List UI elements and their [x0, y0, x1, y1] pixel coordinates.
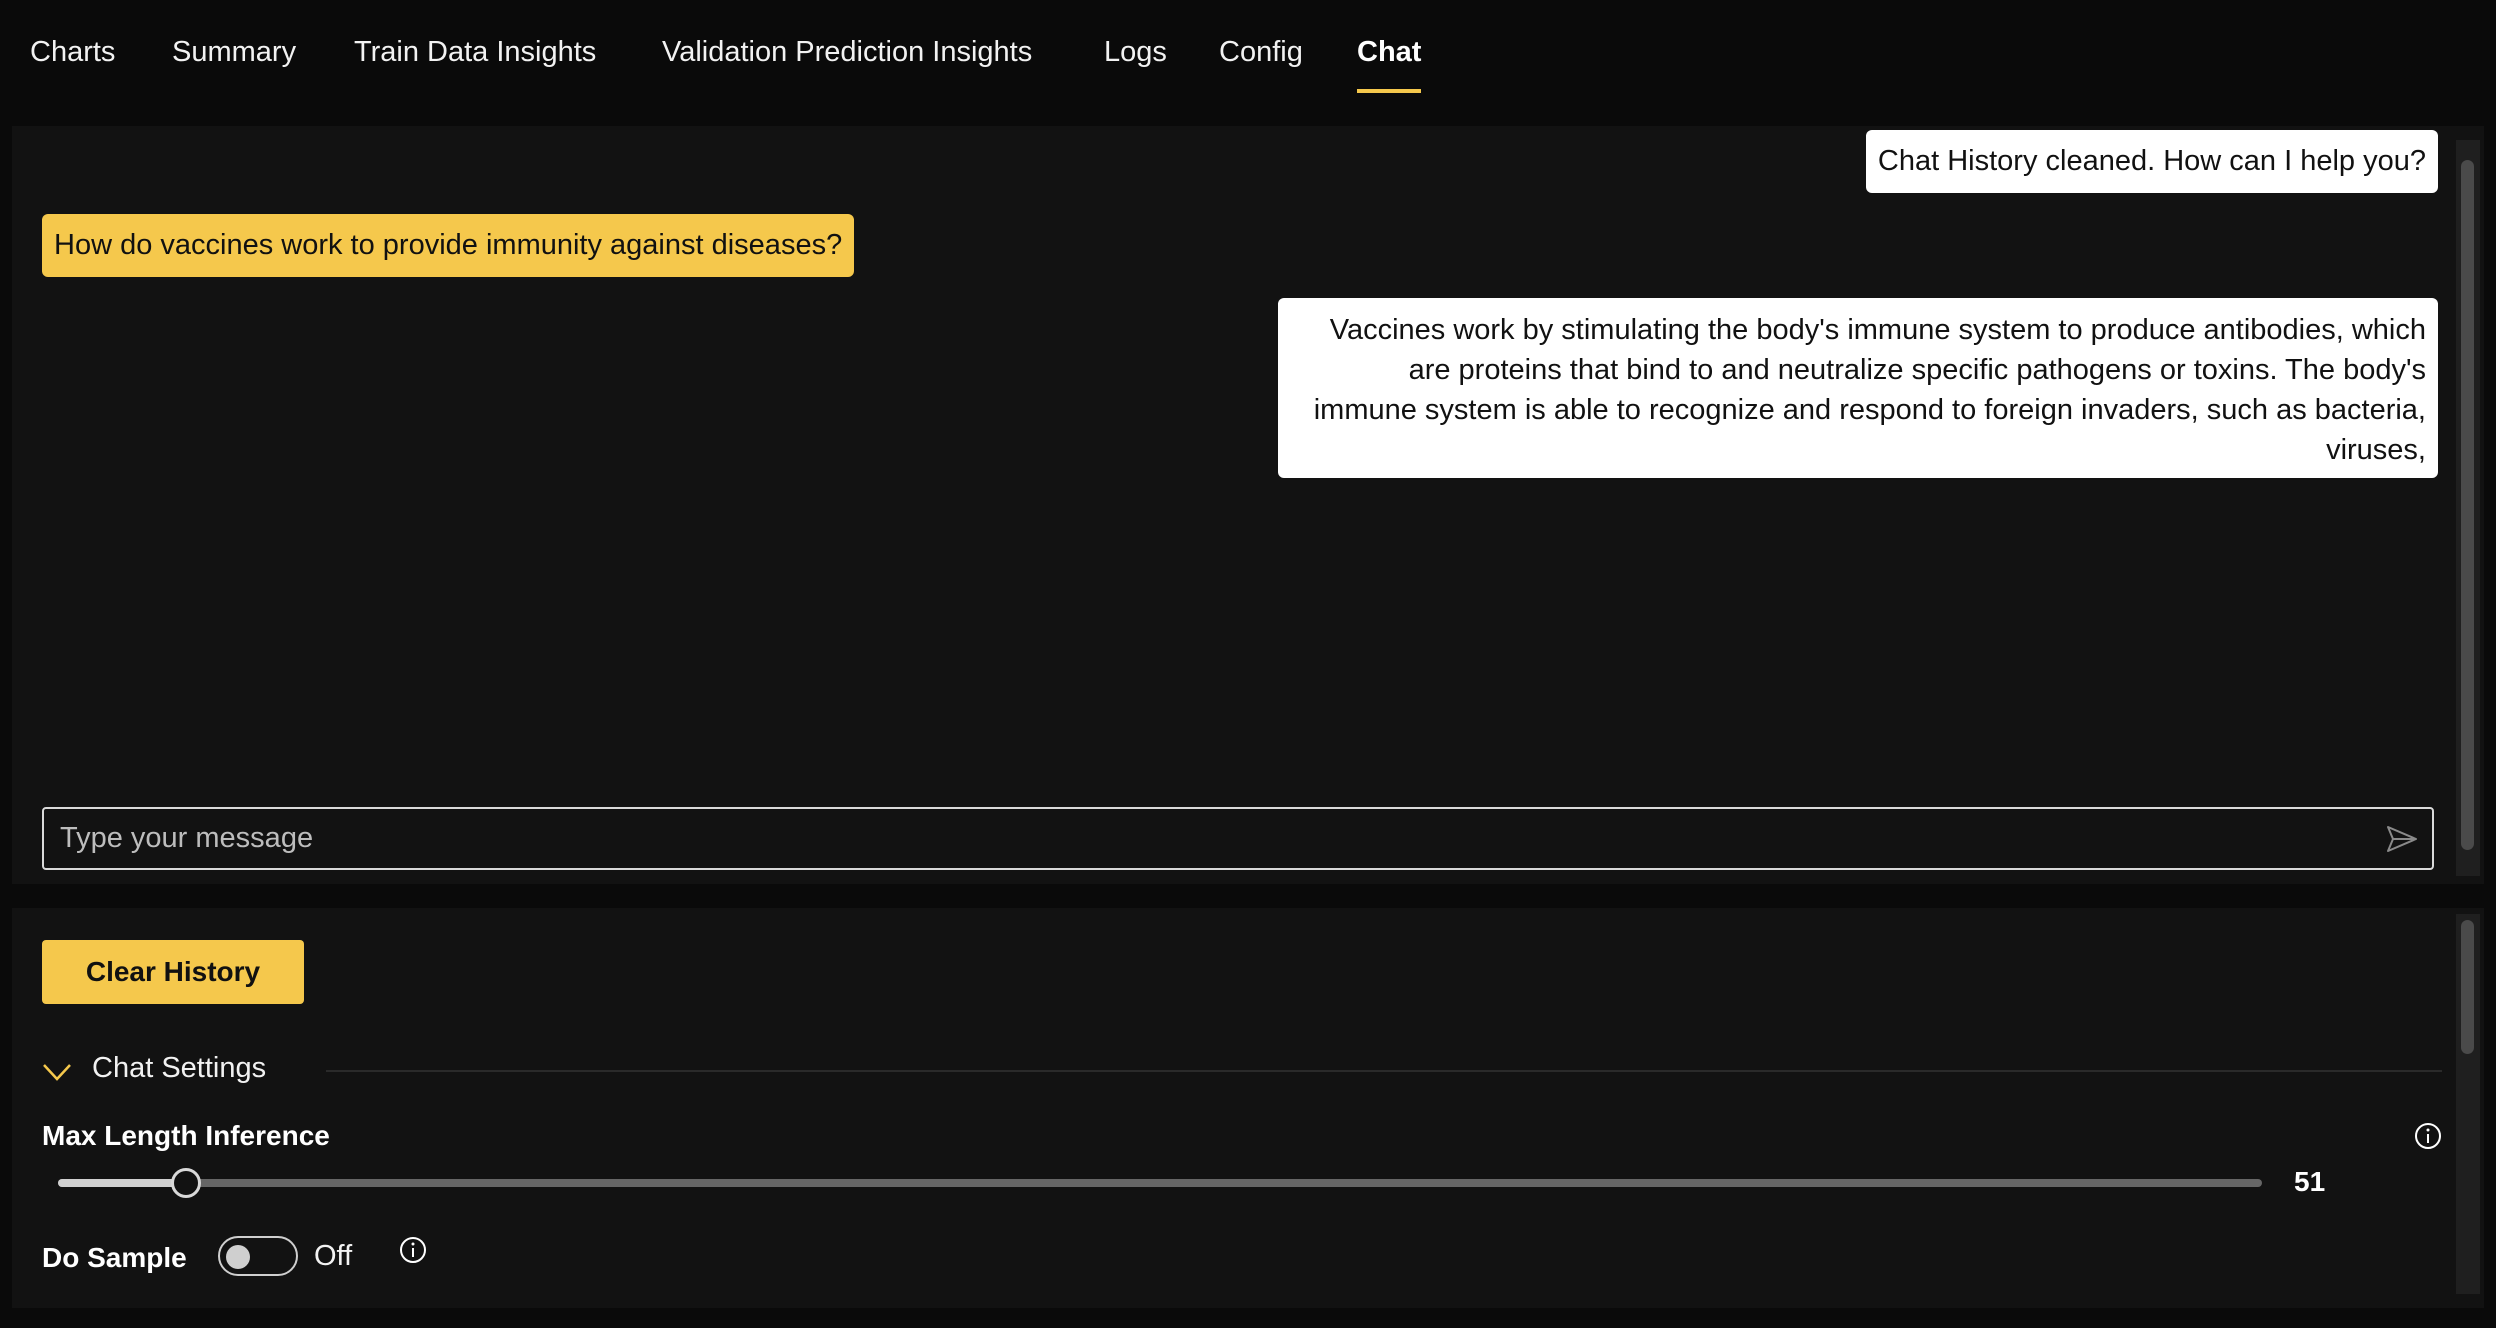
bot-message: Vaccines work by stimulating the body's …	[1278, 298, 2438, 478]
chat-scrollbar-thumb[interactable]	[2461, 160, 2474, 850]
bot-message: Chat History cleaned. How can I help you…	[1865, 130, 2438, 193]
clear-history-button[interactable]: Clear History	[42, 940, 304, 1004]
settings-scrollbar[interactable]	[2456, 914, 2480, 1294]
tab-chat[interactable]: Chat	[1357, 32, 1422, 93]
divider	[326, 1070, 2442, 1072]
slider-fill	[58, 1179, 186, 1187]
settings-scrollbar-thumb[interactable]	[2461, 920, 2474, 1054]
message-line: immune system is able to recognize and r…	[1313, 394, 2426, 426]
tab-logs[interactable]: Logs	[1104, 32, 1167, 72]
do-sample-state: Off	[314, 1240, 353, 1272]
tab-bar: Charts Summary Train Data Insights Valid…	[0, 0, 2496, 125]
message-line: Vaccines work by stimulating the body's …	[1329, 314, 2426, 346]
settings-panel: Clear History Chat Settings Max Length I…	[12, 908, 2484, 1308]
info-icon[interactable]	[2414, 1122, 2442, 1150]
send-icon[interactable]	[2386, 825, 2418, 853]
tab-summary[interactable]: Summary	[172, 32, 296, 72]
user-message: How do vaccines work to provide immunity…	[42, 214, 855, 277]
chat-panel: Chat History cleaned. How can I help you…	[12, 126, 2484, 884]
tab-validation-prediction-insights[interactable]: Validation Prediction Insights	[662, 32, 1032, 72]
slider-thumb[interactable]	[170, 1168, 201, 1198]
toggle-knob	[226, 1245, 250, 1269]
max-length-label: Max Length Inference	[42, 1120, 330, 1151]
tab-config[interactable]: Config	[1219, 32, 1303, 72]
do-sample-label: Do Sample	[42, 1242, 187, 1273]
max-length-value: 51	[2294, 1166, 2326, 1197]
tab-charts[interactable]: Charts	[30, 32, 115, 72]
chat-settings-header[interactable]: Chat Settings	[42, 1048, 2442, 1088]
max-length-slider[interactable]	[58, 1168, 2262, 1198]
message-input-box[interactable]	[42, 807, 2434, 870]
do-sample-toggle[interactable]	[218, 1236, 298, 1276]
message-input[interactable]	[60, 809, 2360, 868]
slider-track[interactable]	[58, 1179, 2262, 1187]
chevron-down-icon[interactable]	[42, 1062, 72, 1082]
chat-settings-title[interactable]: Chat Settings	[92, 1048, 266, 1088]
message-line: are proteins that bind to and neutralize…	[1408, 354, 2426, 386]
message-line: viruses,	[2326, 434, 2426, 466]
tab-train-data-insights[interactable]: Train Data Insights	[354, 32, 596, 72]
info-icon[interactable]	[399, 1236, 427, 1264]
chat-scrollbar[interactable]	[2456, 140, 2480, 876]
